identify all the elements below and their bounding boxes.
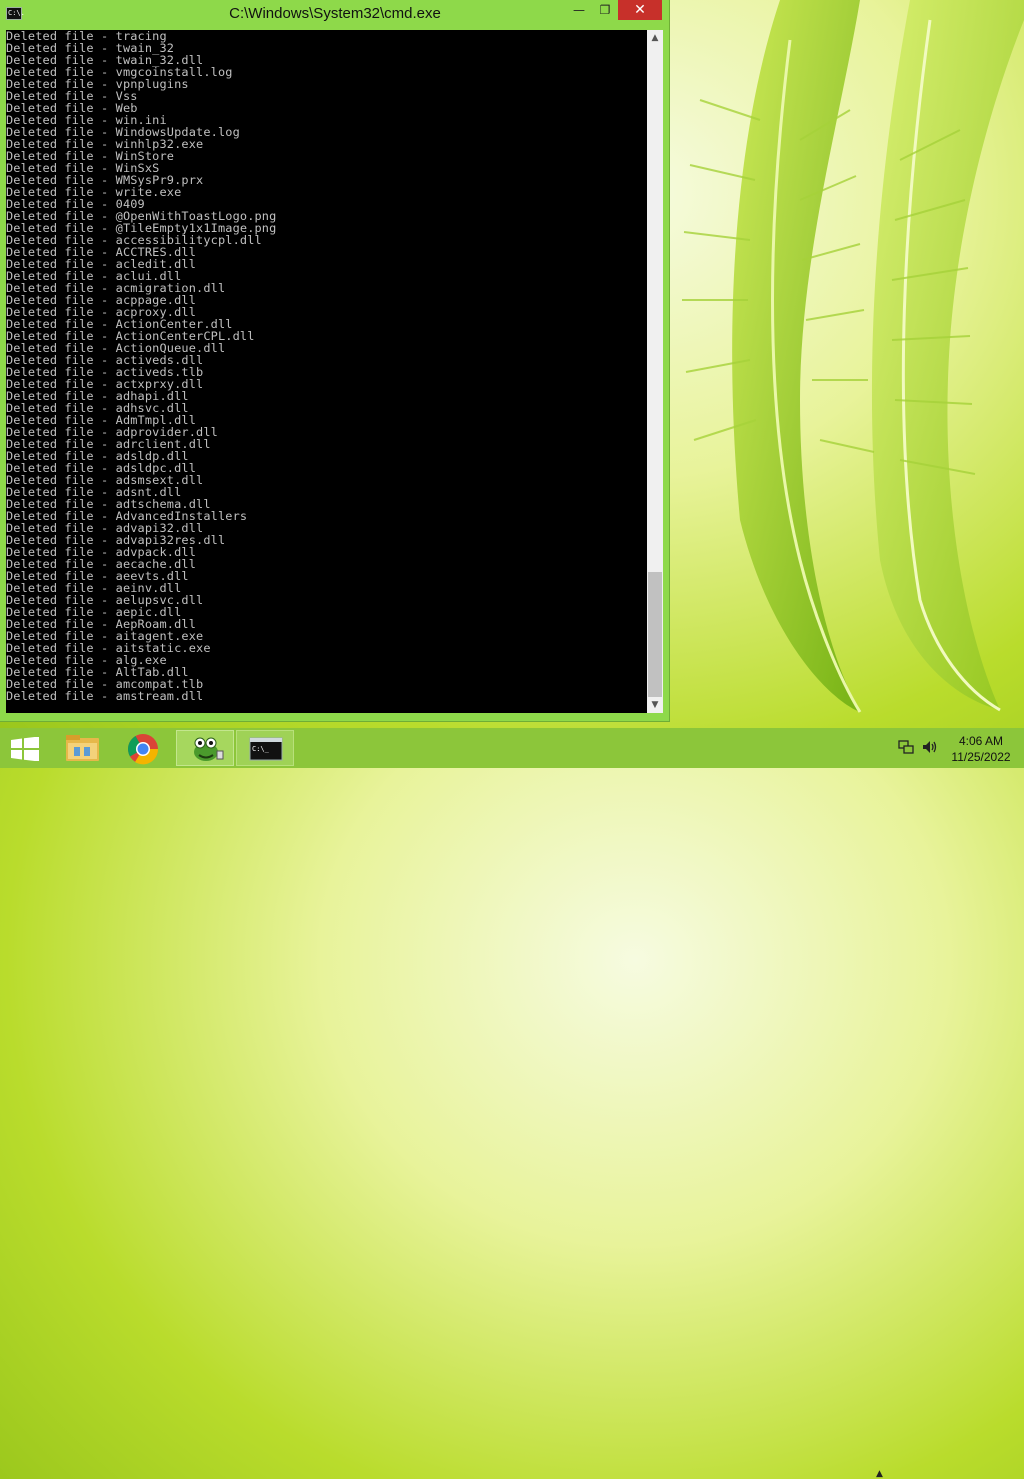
taskbar: C:\_ ▲ bbox=[0, 728, 1024, 1479]
window-titlebar[interactable]: C:\. C:\Windows\System32\cmd.exe — ❐ ✕ bbox=[0, 0, 670, 28]
chevron-up-icon: ▲ bbox=[651, 33, 659, 43]
frog-icon bbox=[194, 737, 224, 761]
folder-icon bbox=[66, 735, 99, 761]
network-button[interactable] bbox=[898, 739, 914, 758]
taskbar-item-mascot-app[interactable] bbox=[176, 730, 234, 766]
taskbar-item-chrome[interactable] bbox=[114, 730, 172, 766]
console-line: Deleted file - amstream.dll bbox=[6, 689, 204, 703]
chrome-icon bbox=[127, 734, 159, 765]
minimize-icon: — bbox=[573, 3, 585, 17]
taskbar-item-cmd[interactable]: C:\_ bbox=[236, 730, 294, 766]
chevron-down-icon: ▼ bbox=[651, 700, 659, 710]
taskbar-clock[interactable]: 4:06 AM 11/25/2022 bbox=[946, 733, 1016, 765]
console-lines: Deleted file - tracing Deleted file - twa… bbox=[6, 30, 647, 702]
svg-text:C:\_: C:\_ bbox=[252, 745, 270, 753]
vertical-scrollbar[interactable]: ▲ ▼ bbox=[647, 30, 663, 713]
scroll-up-button[interactable]: ▲ bbox=[647, 30, 663, 46]
cmd-window: C:\. C:\Windows\System32\cmd.exe — ❐ ✕ D… bbox=[0, 0, 670, 722]
close-button[interactable]: ✕ bbox=[618, 0, 662, 20]
show-hidden-icons-button[interactable]: ▲ bbox=[876, 1469, 883, 1479]
restore-button[interactable]: ❐ bbox=[592, 0, 618, 20]
volume-button[interactable] bbox=[922, 739, 938, 758]
network-icon bbox=[898, 740, 914, 754]
windows-logo-icon bbox=[11, 736, 39, 762]
clock-date: 11/25/2022 bbox=[951, 750, 1011, 764]
console-icon: C:\_ bbox=[249, 737, 283, 761]
clock-time: 4:06 AM bbox=[958, 734, 1004, 748]
scroll-down-button[interactable]: ▼ bbox=[647, 697, 663, 713]
close-icon: ✕ bbox=[634, 2, 646, 18]
scroll-thumb[interactable] bbox=[648, 572, 662, 697]
start-button[interactable] bbox=[10, 736, 40, 762]
console-output[interactable]: Deleted file - tracing Deleted file - twa… bbox=[6, 30, 647, 713]
chevron-up-icon: ▲ bbox=[876, 1469, 883, 1479]
minimize-button[interactable]: — bbox=[566, 0, 592, 20]
restore-icon: ❐ bbox=[599, 3, 611, 17]
taskbar-item-file-explorer[interactable] bbox=[54, 730, 112, 766]
volume-icon bbox=[923, 741, 937, 753]
